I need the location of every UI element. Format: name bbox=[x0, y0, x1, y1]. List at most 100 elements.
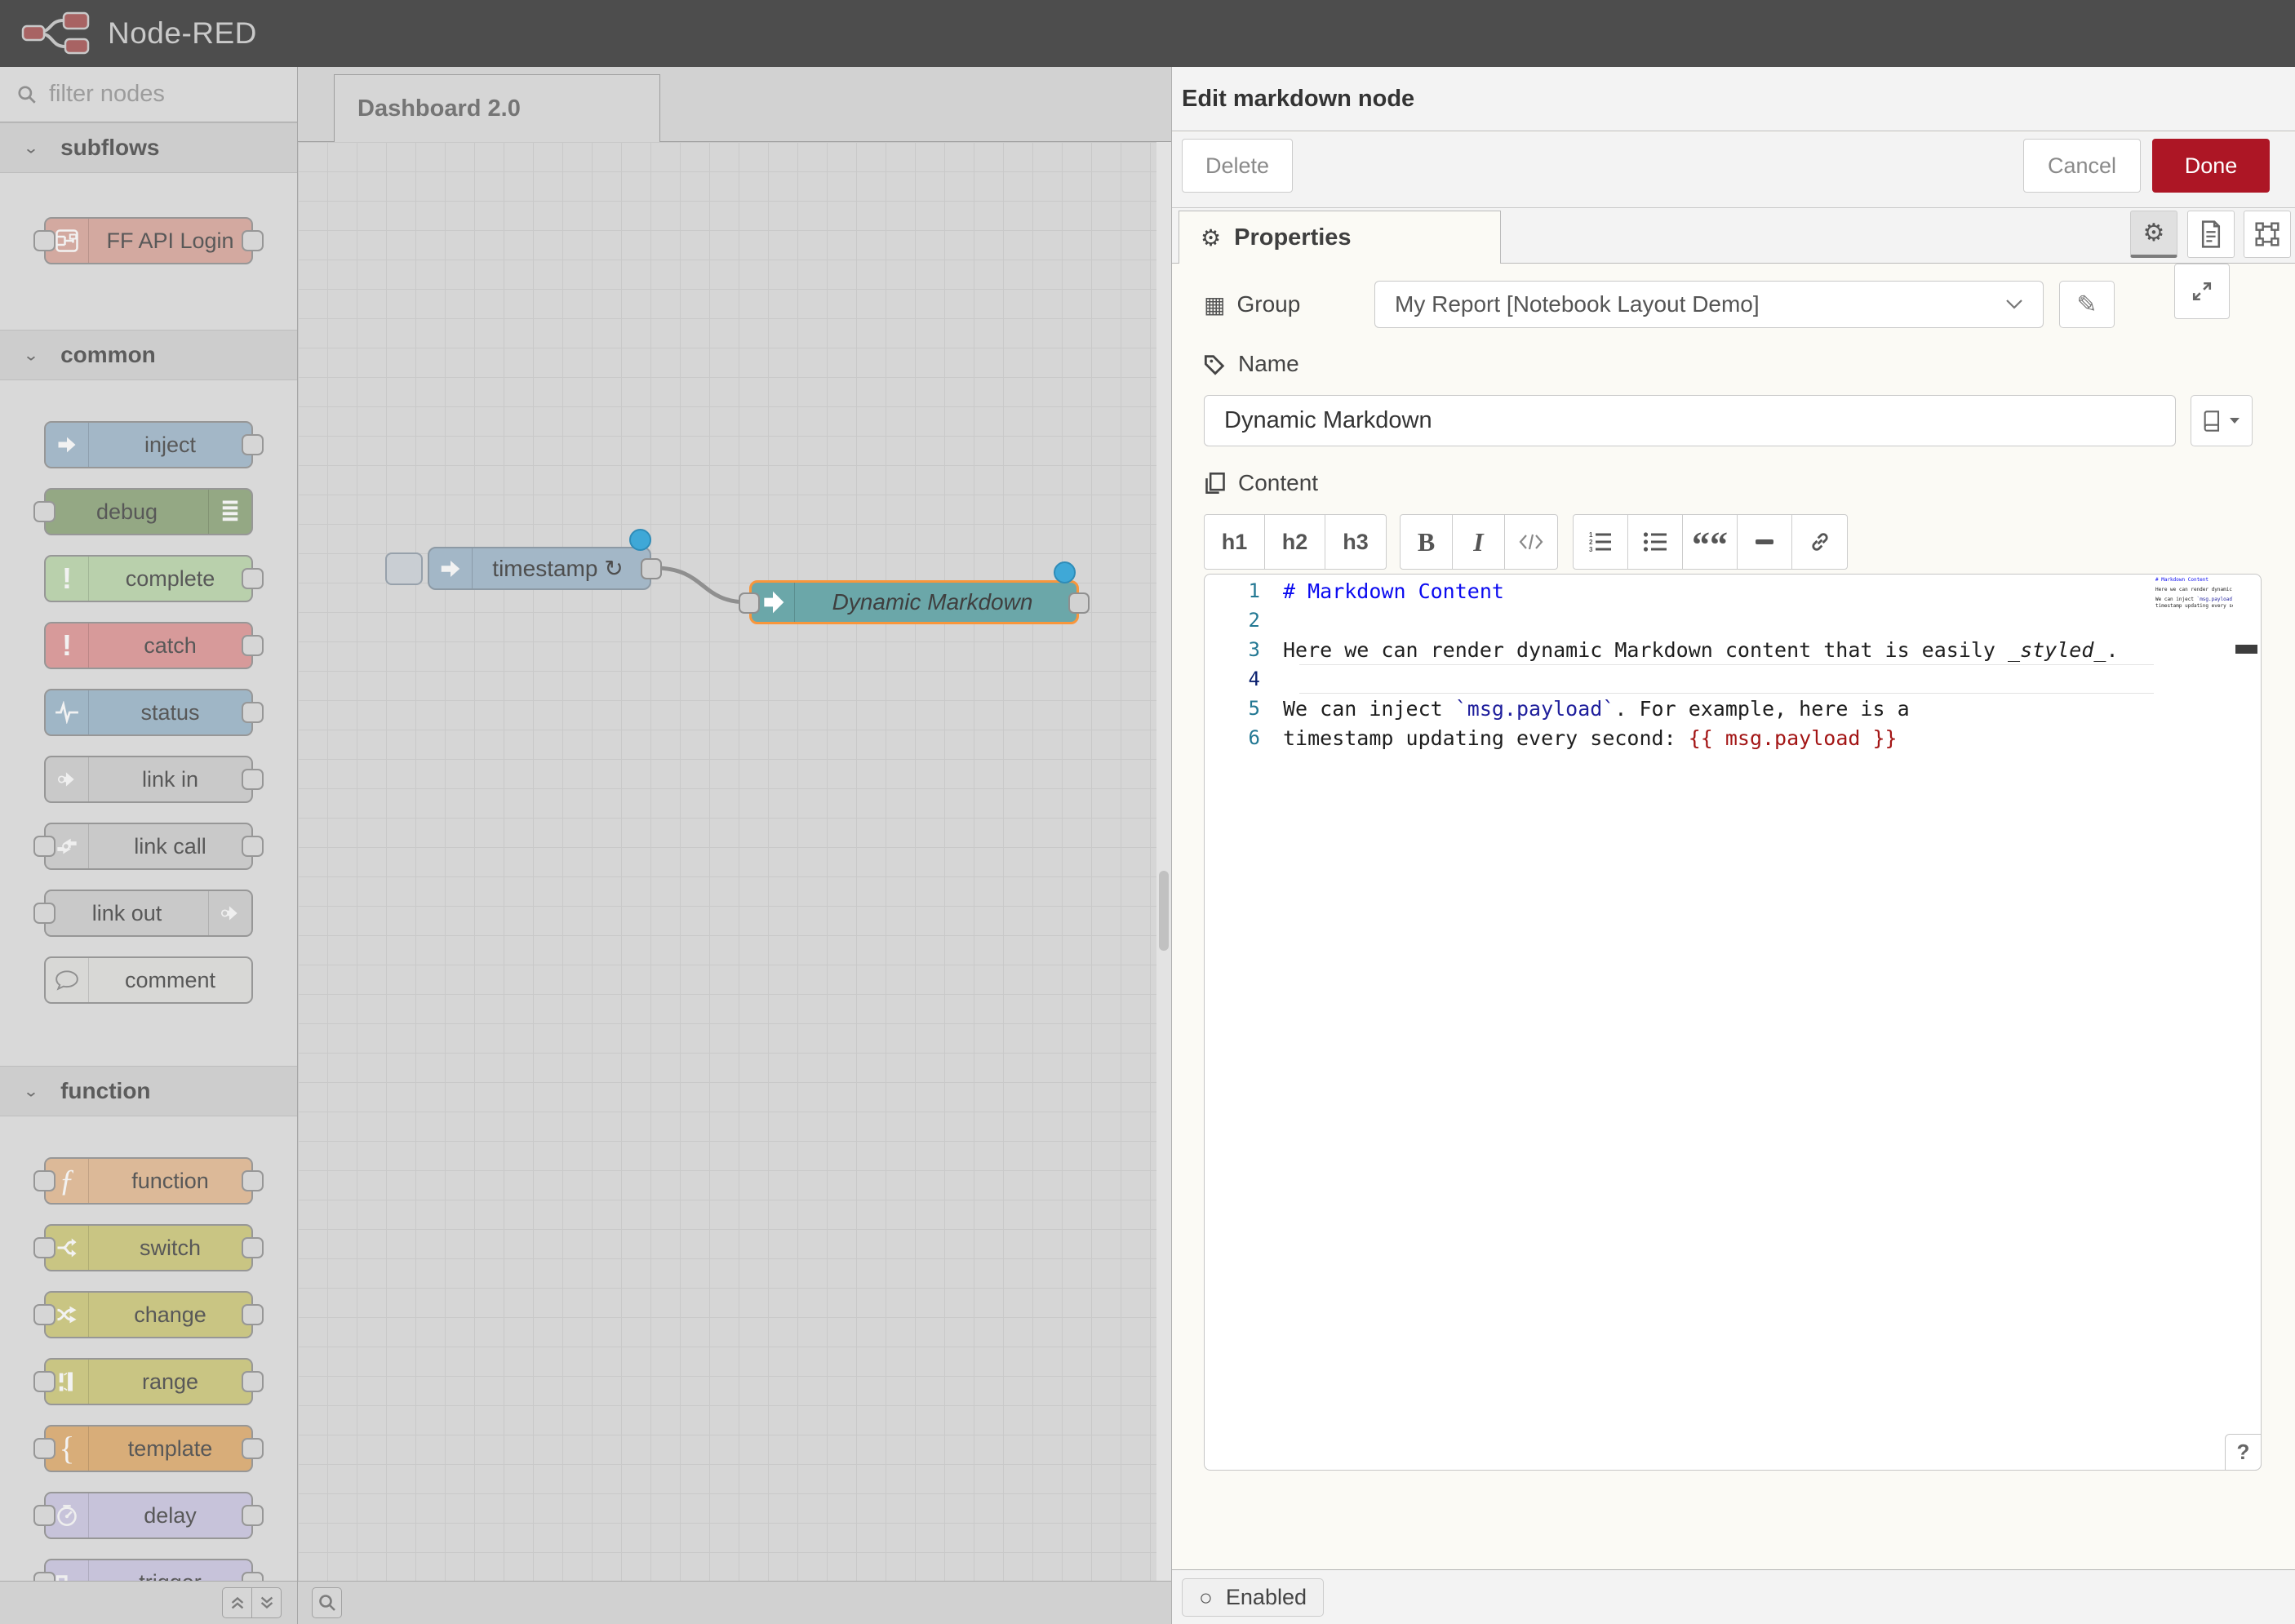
editor-line-4[interactable]: 4 bbox=[1205, 664, 2261, 694]
palette-node-comment[interactable]: comment bbox=[44, 956, 253, 1004]
input-port bbox=[33, 903, 55, 924]
group-field-label: ▦ Group bbox=[1204, 281, 1300, 328]
name-input[interactable] bbox=[1204, 395, 2176, 446]
scrollbar-thumb[interactable] bbox=[1159, 871, 1169, 951]
editor-minimap[interactable]: # Markdown ContentHere we can render dyn… bbox=[2155, 577, 2233, 610]
cancel-button[interactable]: Cancel bbox=[2023, 139, 2141, 193]
palette-sections: ⌄subflows FF API Login ⌄common inject debug!… bbox=[0, 122, 297, 1624]
flow-node-dynamic-markdown[interactable]: Dynamic Markdown bbox=[749, 580, 1079, 624]
book-icon bbox=[2203, 410, 2222, 433]
editor-line-5[interactable]: 5We can inject `msg.payload`. For exampl… bbox=[1205, 694, 2261, 723]
flow-canvas[interactable]: timestamp ↻ Dynamic Markdown bbox=[298, 142, 1156, 1581]
horizontal-rule-icon bbox=[1756, 539, 1773, 545]
editor-line-1[interactable]: 1# Markdown Content bbox=[1205, 576, 2261, 606]
exclaim-icon: ! bbox=[46, 557, 89, 601]
palette-category-function[interactable]: ⌄function bbox=[0, 1066, 297, 1116]
format-b-button[interactable]: B bbox=[1401, 515, 1453, 569]
tab-dashboard-2.0[interactable]: Dashboard 2.0 bbox=[334, 74, 660, 143]
node-label: timestamp ↻ bbox=[473, 548, 643, 588]
format-h3-button[interactable]: h3 bbox=[1325, 515, 1386, 569]
pages-icon bbox=[1204, 472, 1227, 495]
tab-properties[interactable]: ⚙ Properties bbox=[1179, 211, 1501, 264]
output-port bbox=[242, 1438, 264, 1459]
unordered-list-button[interactable] bbox=[1628, 515, 1683, 569]
done-button[interactable]: Done bbox=[2152, 139, 2270, 193]
line-text: # Markdown Content bbox=[1283, 579, 1504, 603]
delete-button[interactable]: Delete bbox=[1182, 139, 1293, 193]
palette-node-link-in[interactable]: link in bbox=[44, 756, 253, 803]
node-properties-button[interactable]: ⚙ bbox=[2130, 211, 2177, 258]
filter-nodes-input[interactable] bbox=[49, 81, 298, 108]
enabled-toggle-button[interactable]: ○ Enabled bbox=[1182, 1578, 1324, 1617]
input-port[interactable] bbox=[739, 592, 760, 614]
output-port[interactable] bbox=[1068, 592, 1090, 614]
input-port bbox=[33, 1505, 55, 1526]
format-h1-button[interactable]: h1 bbox=[1205, 515, 1265, 569]
group-select[interactable]: My Report [Notebook Layout Demo] bbox=[1374, 281, 2044, 328]
search-flows-button[interactable] bbox=[312, 1587, 342, 1618]
palette-node-label: function bbox=[89, 1159, 251, 1203]
appearance-icon bbox=[2254, 221, 2280, 247]
palette-node-label: debug bbox=[46, 490, 208, 534]
circle-icon: ○ bbox=[1199, 1585, 1213, 1611]
palette-node-link-call[interactable]: link call bbox=[44, 823, 253, 870]
chevron-down-icon: ⌄ bbox=[23, 138, 39, 157]
code-button[interactable] bbox=[1505, 515, 1557, 569]
svg-text:3: 3 bbox=[1589, 546, 1593, 553]
palette-node-switch[interactable]: switch bbox=[44, 1224, 253, 1271]
palette-node-range[interactable]: range bbox=[44, 1358, 253, 1405]
table-icon: ▦ bbox=[1204, 291, 1225, 318]
unsaved-changes-indicator bbox=[1054, 561, 1076, 583]
editor-line-2[interactable]: 2 bbox=[1205, 606, 2261, 635]
node-appearance-button[interactable] bbox=[2244, 211, 2291, 258]
format-h2-button[interactable]: h2 bbox=[1265, 515, 1325, 569]
wire-timestamp-to-markdown[interactable] bbox=[655, 568, 748, 602]
palette-node-ff-api-login[interactable]: FF API Login bbox=[44, 217, 253, 264]
line-number: 5 bbox=[1205, 697, 1283, 720]
expand-editor-button[interactable] bbox=[2174, 264, 2230, 319]
canvas-vertical-scrollbar[interactable] bbox=[1156, 142, 1171, 1581]
palette-node-template[interactable]: {template bbox=[44, 1425, 253, 1472]
collapse-all-button[interactable] bbox=[222, 1587, 252, 1618]
ordered-list-button[interactable]: 123 bbox=[1574, 515, 1628, 569]
name-type-select-button[interactable] bbox=[2191, 395, 2253, 446]
output-port bbox=[242, 769, 264, 790]
flow-node-timestamp[interactable]: timestamp ↻ bbox=[428, 547, 651, 590]
palette-node-link-out[interactable]: link out bbox=[44, 890, 253, 937]
horizontal-rule-button[interactable] bbox=[1738, 515, 1792, 569]
palette-filter[interactable] bbox=[0, 67, 297, 122]
palette-node-delay[interactable]: delay bbox=[44, 1492, 253, 1539]
svg-text:2: 2 bbox=[1589, 539, 1593, 546]
editor-line-6[interactable]: 6timestamp updating every second: {{ msg… bbox=[1205, 723, 2261, 752]
palette-node-label: inject bbox=[89, 423, 251, 467]
palette-category-common[interactable]: ⌄common bbox=[0, 330, 297, 380]
blockquote-button[interactable]: ““ bbox=[1683, 515, 1738, 569]
code-icon bbox=[1519, 533, 1543, 551]
palette-category-subflows[interactable]: ⌄subflows bbox=[0, 122, 297, 173]
palette-node-label: range bbox=[89, 1360, 251, 1404]
markdown-toolbar: h1h2h3 BI 123 ““ bbox=[1204, 514, 2262, 570]
format-i-button[interactable]: I bbox=[1453, 515, 1505, 569]
palette-node-complete[interactable]: !complete bbox=[44, 555, 253, 602]
output-port bbox=[242, 1505, 264, 1526]
inject-trigger-button[interactable] bbox=[385, 552, 423, 585]
palette-node-function[interactable]: ƒfunction bbox=[44, 1157, 253, 1205]
palette-node-label: switch bbox=[89, 1226, 251, 1270]
edit-group-button[interactable]: ✎ bbox=[2059, 281, 2115, 328]
output-port bbox=[242, 434, 264, 455]
editor-line-3[interactable]: 3Here we can render dynamic Markdown con… bbox=[1205, 635, 2261, 664]
palette-node-debug[interactable]: debug bbox=[44, 488, 253, 535]
palette-node-label: change bbox=[89, 1293, 251, 1337]
palette-node-catch[interactable]: !catch bbox=[44, 622, 253, 669]
group-select-value: My Report [Notebook Layout Demo] bbox=[1395, 291, 2005, 317]
palette-node-status[interactable]: status bbox=[44, 689, 253, 736]
debug-lines-icon bbox=[208, 490, 251, 534]
editor-help-button[interactable]: ? bbox=[2225, 1434, 2262, 1471]
palette-node-change[interactable]: change bbox=[44, 1291, 253, 1338]
expand-all-button[interactable] bbox=[251, 1587, 282, 1618]
link-chain-button[interactable] bbox=[1792, 515, 1847, 569]
markdown-code-editor[interactable]: 1# Markdown Content23Here we can render … bbox=[1204, 574, 2262, 1471]
node-description-button[interactable] bbox=[2187, 211, 2235, 258]
output-port[interactable] bbox=[641, 558, 662, 579]
palette-node-inject[interactable]: inject bbox=[44, 421, 253, 468]
